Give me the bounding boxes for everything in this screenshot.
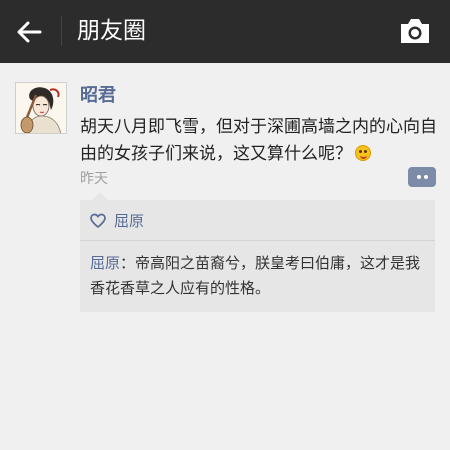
camera-icon[interactable] — [398, 16, 432, 46]
likes-comments-panel: 屈原 屈原：帝高阳之苗裔兮，朕皇考曰伯庸，这才是我香花香草之人应有的性格。 — [80, 192, 435, 312]
comment-dot — [417, 175, 421, 179]
comment-text: 帝高阳之苗裔兮，朕皇考曰伯庸，这才是我香花香草之人应有的性格。 — [90, 254, 421, 297]
moment-post: 昭君 胡天八月即飞雪，但对于深圃高墙之内的心向自由的女孩子们来说，这又算什么呢？… — [0, 63, 450, 450]
top-navigation-bar: 朋友圈 — [0, 0, 450, 63]
likes-row: 屈原 — [90, 208, 144, 234]
header-divider — [61, 16, 62, 46]
heart-icon — [90, 213, 106, 228]
likes-comments-divider — [80, 240, 435, 241]
comment-more-icon[interactable] — [408, 167, 436, 187]
page-title: 朋友圈 — [77, 18, 146, 44]
commenter-name[interactable]: 屈原 — [90, 254, 120, 272]
post-content-text: 胡天八月即飞雪，但对于深圃高墙之内的心向自由的女孩子们来说，这又算什么呢？ — [80, 117, 437, 164]
comment-dot — [424, 175, 428, 179]
comment-separator: ： — [120, 254, 136, 272]
avatar[interactable] — [15, 82, 67, 134]
post-author-name[interactable]: 昭君 — [80, 84, 116, 108]
back-arrow-icon[interactable] — [12, 14, 48, 50]
comment-item[interactable]: 屈原：帝高阳之苗裔兮，朕皇考曰伯庸，这才是我香花香草之人应有的性格。 — [90, 251, 430, 301]
post-content: 胡天八月即飞雪，但对于深圃高墙之内的心向自由的女孩子们来说，这又算什么呢？ — [80, 114, 442, 168]
post-timestamp: 昨天 — [80, 171, 108, 187]
smile-emoji-icon — [355, 145, 371, 161]
liker-name[interactable]: 屈原 — [114, 211, 144, 231]
